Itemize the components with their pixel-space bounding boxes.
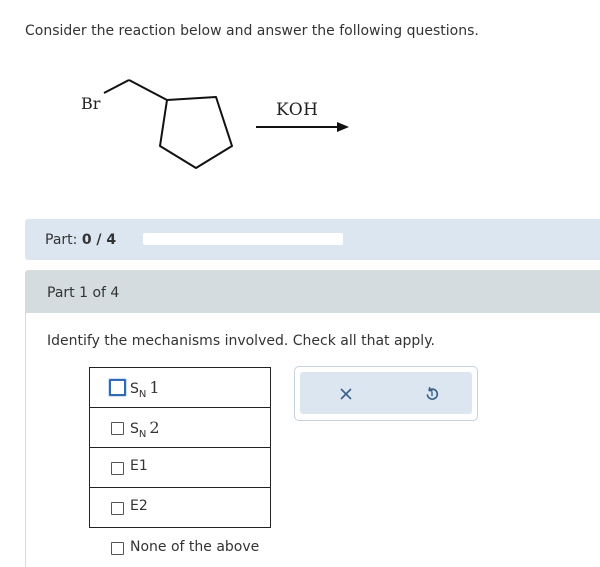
answer-actions-panel xyxy=(294,366,478,421)
part-score: Part: 0 / 4 xyxy=(45,232,116,248)
part-card: Part 1 of 4 Identify the mechanisms invo… xyxy=(25,270,600,567)
arrow-head-icon xyxy=(337,122,349,132)
sn2-number: 2 xyxy=(149,418,160,437)
progress-track xyxy=(143,233,343,245)
part-score-value: 0 / 4 xyxy=(81,232,117,248)
bond-br-ch2 xyxy=(103,79,130,94)
answer-actions-inner xyxy=(300,372,472,414)
part-header: Part 1 of 4 xyxy=(26,271,600,313)
question-instruction: Identify the mechanisms involved. Check … xyxy=(47,333,435,349)
choice-none-label: None of the above xyxy=(130,539,260,555)
sn1-number: 1 xyxy=(149,378,160,397)
choice-e1-label: E1 xyxy=(130,458,148,474)
choice-table: SN 1 SN 2 E1 E2 xyxy=(89,367,271,528)
choice-e2[interactable]: E2 xyxy=(90,488,270,527)
sn1-subscript: N xyxy=(138,389,147,400)
sn1-main: S xyxy=(130,381,139,397)
checkbox-sn2[interactable] xyxy=(111,422,124,435)
choice-sn1[interactable]: SN 1 xyxy=(90,368,270,408)
choice-e1[interactable]: E1 xyxy=(90,448,270,488)
checkbox-none[interactable] xyxy=(111,542,124,555)
molecule-structure xyxy=(103,79,349,169)
choice-sn2[interactable]: SN 2 xyxy=(90,408,270,448)
close-icon xyxy=(340,388,352,400)
undo-button[interactable] xyxy=(419,381,445,407)
choice-sn1-label: SN 1 xyxy=(130,378,160,400)
part-progress-bar: Part: 0 / 4 xyxy=(25,219,600,260)
clear-button[interactable] xyxy=(333,381,359,407)
checkbox-e1[interactable] xyxy=(111,462,124,475)
part-header-title: Part 1 of 4 xyxy=(47,285,120,301)
reagent-label: KOH xyxy=(276,100,319,120)
reaction-scheme: Br KOH xyxy=(0,60,600,200)
choice-e2-label: E2 xyxy=(130,498,148,514)
sn2-subscript: N xyxy=(138,429,147,440)
question-prompt: Consider the reaction below and answer t… xyxy=(25,23,479,39)
bond-ch2-ring xyxy=(128,79,168,101)
checkbox-sn1[interactable] xyxy=(109,379,126,396)
sn2-main: S xyxy=(130,421,139,437)
part-score-prefix: Part: xyxy=(45,232,78,248)
bromine-label: Br xyxy=(81,94,101,113)
choice-sn2-label: SN 2 xyxy=(130,418,160,440)
cyclopentane-ring xyxy=(159,96,233,169)
undo-icon xyxy=(426,386,439,400)
checkbox-e2[interactable] xyxy=(111,502,124,515)
